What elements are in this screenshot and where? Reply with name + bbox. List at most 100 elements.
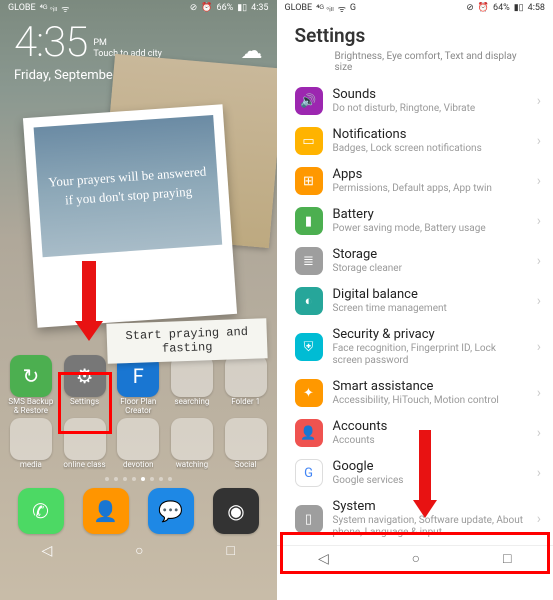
- app-online-class[interactable]: online class: [60, 418, 110, 470]
- settings-row-security-privacy[interactable]: ⛨Security & privacyFace recognition, Fin…: [277, 321, 553, 373]
- alarm-icon: ⏰: [201, 3, 212, 13]
- settings-title: Security & privacy: [333, 327, 527, 342]
- settings-title: Notifications: [333, 127, 527, 142]
- app-settings[interactable]: ⚙Settings: [60, 355, 110, 416]
- status-bar: GLOBE ⁴ᴳ ◦ᵢₗₗ ᯤ ⊘ ⏰ 66% ▮▯ 4:35: [0, 0, 277, 16]
- app-sms-backup-restore[interactable]: ↻SMS Backup & Restore: [6, 355, 56, 416]
- wifi-icon: ᯤ: [61, 2, 69, 15]
- tutorial-arrow-icon: [413, 430, 437, 530]
- app-messages[interactable]: 💬: [146, 488, 196, 534]
- app-label: devotion: [123, 461, 154, 470]
- settings-row-smart-assistance[interactable]: ✦Smart assistanceAccessibility, HiTouch,…: [277, 373, 553, 413]
- settings-icon: ⛨: [295, 333, 323, 361]
- app-devotion[interactable]: devotion: [113, 418, 163, 470]
- dnd-icon: ⊘: [466, 3, 474, 13]
- folder-icon: [10, 418, 52, 460]
- status-bar: GLOBE ⁴ᴳ ◦ᵢₗₗ ᯤ G ⊘ ⏰ 64% ▮▯ 4:58: [277, 0, 553, 16]
- weather-icon[interactable]: ☁: [241, 39, 263, 64]
- settings-row-storage[interactable]: ≣StorageStorage cleaner›: [277, 241, 553, 281]
- app-label: Settings: [70, 398, 99, 416]
- recents-button[interactable]: □: [503, 550, 511, 567]
- settings-title: Apps: [333, 167, 527, 182]
- settings-subtitle: Power saving mode, Battery usage: [333, 223, 527, 235]
- chevron-right-icon: ›: [537, 425, 541, 441]
- app-icon: ⚙: [64, 355, 106, 397]
- chevron-right-icon: ›: [537, 511, 541, 527]
- chevron-right-icon: ›: [537, 173, 541, 189]
- nav-bar: ◁ ○ □: [0, 538, 277, 564]
- clock-time: 4:35: [14, 22, 87, 64]
- settings-subtitle: Accessibility, HiTouch, Motion control: [333, 395, 527, 407]
- settings-row-sounds[interactable]: 🔊SoundsDo not disturb, Ringtone, Vibrate…: [277, 81, 553, 121]
- app-media[interactable]: media: [6, 418, 56, 470]
- dnd-icon: ⊘: [190, 3, 198, 13]
- page-indicator[interactable]: [0, 474, 277, 484]
- settings-icon: ⊞: [295, 167, 323, 195]
- settings-row-battery[interactable]: ▮BatteryPower saving mode, Battery usage…: [277, 201, 553, 241]
- carrier-label: GLOBE: [8, 3, 36, 13]
- home-button[interactable]: ○: [412, 550, 420, 567]
- app-label: Floor Plan Creator: [113, 398, 163, 416]
- chevron-right-icon: ›: [537, 213, 541, 229]
- app-social[interactable]: Social: [221, 418, 271, 470]
- settings-row-notifications[interactable]: ▭ NotificationsBadges, Lock screen notifi…: [277, 121, 553, 161]
- chevron-right-icon: ›: [537, 133, 541, 149]
- dock: ✆ 👤 💬 ◉: [0, 484, 277, 538]
- recents-button[interactable]: □: [227, 542, 235, 559]
- settings-subtitle: Do not disturb, Ringtone, Vibrate: [333, 103, 527, 115]
- app-icon: 💬: [148, 488, 194, 534]
- alarm-icon: ⏰: [478, 3, 489, 13]
- battery-icon: ▮▯: [514, 3, 524, 13]
- polaroid-text: Your prayers will be answered if you don…: [34, 115, 223, 257]
- chevron-right-icon: ›: [537, 293, 541, 309]
- settings-icon: ▭: [295, 127, 323, 155]
- battery-pct: 66%: [217, 3, 234, 13]
- app-icon: ↻: [10, 355, 52, 397]
- status-time: 4:35: [251, 3, 268, 13]
- app-camera[interactable]: ◉: [211, 488, 261, 534]
- settings-icon: ▮: [295, 207, 323, 235]
- app-label: watching: [176, 461, 208, 470]
- settings-row-digital-balance[interactable]: ◐Digital balanceScreen time management›: [277, 281, 553, 321]
- settings-title: Digital balance: [333, 287, 527, 302]
- app-label: Folder 1: [231, 398, 260, 416]
- settings-subtitle: Storage cleaner: [333, 263, 527, 275]
- settings-title: Storage: [333, 247, 527, 262]
- app-folder-1[interactable]: Folder 1: [221, 355, 271, 416]
- chevron-right-icon: ›: [537, 385, 541, 401]
- back-button[interactable]: ◁: [318, 551, 329, 567]
- chevron-right-icon: ›: [537, 93, 541, 109]
- chevron-right-icon: ›: [537, 465, 541, 481]
- clock-ampm: PM: [93, 38, 162, 49]
- wallpaper-widgets: Your prayers will be answered if you don…: [0, 91, 277, 351]
- nav-bar: ◁ ○ □: [277, 545, 553, 571]
- app-grid: ↻SMS Backup & Restore⚙SettingsFFloor Pla…: [0, 351, 277, 474]
- home-button[interactable]: ○: [135, 542, 143, 559]
- carrier-label: GLOBE: [285, 3, 313, 13]
- signal-icon: ⁴ᴳ ◦ᵢₗₗ: [316, 3, 334, 14]
- app-searching[interactable]: searching: [167, 355, 217, 416]
- app-phone[interactable]: ✆: [16, 488, 66, 534]
- settings-icon: 🔊: [295, 87, 323, 115]
- app-floor-plan-creator[interactable]: FFloor Plan Creator: [113, 355, 163, 416]
- back-button[interactable]: ◁: [41, 543, 52, 559]
- settings-icon: ◐: [295, 287, 323, 315]
- settings-subtitle: Permissions, Default apps, App twin: [333, 183, 527, 195]
- settings-icon: ≣: [295, 247, 323, 275]
- signal-icon: ⁴ᴳ ◦ᵢₗₗ: [40, 3, 58, 14]
- folder-icon: [64, 418, 106, 460]
- folder-icon: [225, 355, 267, 397]
- battery-icon: ▮▯: [237, 3, 247, 13]
- folder-icon: [117, 418, 159, 460]
- app-contacts[interactable]: 👤: [81, 488, 131, 534]
- app-icon: 👤: [83, 488, 129, 534]
- chevron-right-icon: ›: [537, 339, 541, 355]
- app-watching[interactable]: watching: [167, 418, 217, 470]
- app-icon: ✆: [18, 488, 64, 534]
- settings-subtitle: Badges, Lock screen notifications: [333, 143, 527, 155]
- settings-row-apps[interactable]: ⊞ AppsPermissions, Default apps, App twin…: [277, 161, 553, 201]
- display-row-sub[interactable]: Brightness, Eye comfort, Text and displa…: [277, 51, 553, 81]
- app-label: searching: [175, 398, 210, 416]
- tutorial-arrow-icon: [75, 261, 103, 351]
- app-label: media: [20, 461, 42, 470]
